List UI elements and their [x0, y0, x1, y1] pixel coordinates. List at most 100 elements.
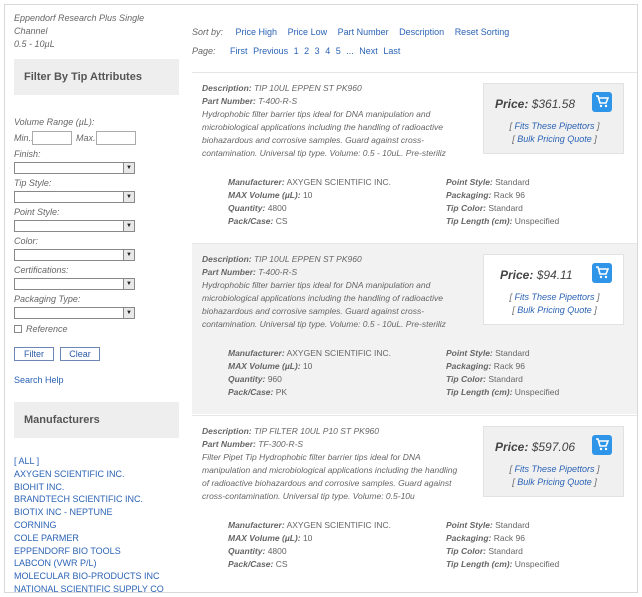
sidebar: Eppendorf Research Plus Single Channel 0…: [14, 12, 179, 592]
product-text: Hydrophobic filter barrier tips ideal fo…: [202, 280, 446, 329]
manufacturer-value: AXYGEN SCIENTIFIC INC.: [286, 348, 391, 358]
max-volume-label: MAX Volume (µL):: [228, 533, 301, 543]
min-volume-input[interactable]: [32, 130, 72, 145]
price: Price: $361.58: [495, 97, 575, 111]
manufacturer-link[interactable]: AXYGEN SCIENTIFIC INC.: [14, 468, 179, 481]
point-style-value: Standard: [495, 520, 530, 530]
product-description-block: Description: TIP FILTER 10UL P10 ST PK96…: [202, 425, 462, 503]
chevron-down-icon: ▼: [123, 308, 134, 318]
page-3[interactable]: 3: [315, 46, 320, 56]
price-box: Price: $361.58 [ Fits These Pipettors ] …: [483, 83, 624, 154]
part-number-label: Part Number:: [202, 96, 256, 106]
product-part-number: TF-300-R-S: [258, 439, 304, 449]
tip-style-select[interactable]: ▼: [14, 191, 135, 203]
tip-length-label: Tip Length (cm):: [446, 387, 513, 397]
point-style-select[interactable]: ▼: [14, 220, 135, 232]
manufacturer-label: Manufacturer:: [228, 177, 285, 187]
max-label: Max.:: [76, 132, 99, 143]
chevron-down-icon: ▼: [123, 279, 134, 289]
tip-length-value: Unspecified: [514, 559, 560, 569]
add-to-cart-button[interactable]: [592, 435, 612, 455]
page-5[interactable]: 5: [336, 46, 341, 56]
product-card: Description: TIP FILTER 10UL P10 ST PK96…: [192, 415, 637, 586]
quantity-label: Quantity:: [228, 203, 266, 213]
manufacturer-link[interactable]: LABCON (VWR P/L): [14, 557, 179, 570]
reference-row: Reference: [14, 324, 179, 334]
manufacturer-link[interactable]: BIOHIT INC.: [14, 481, 179, 494]
manufacturer-link[interactable]: BRANDTECH SCIENTIFIC INC.: [14, 493, 179, 506]
packaging-type-select[interactable]: ▼: [14, 307, 135, 319]
packaging-value: Rack 96: [493, 361, 525, 371]
sort-price-low[interactable]: Price Low: [288, 27, 328, 37]
manufacturer-label: Manufacturer:: [228, 520, 285, 530]
page-previous[interactable]: Previous: [253, 46, 288, 56]
quantity-value: 4800: [267, 546, 287, 556]
bulk-quote-row: [ Bulk Pricing Quote ]: [512, 134, 597, 144]
filter-form: Volume Range (µL): Min.: Max.: Finish: ▼…: [14, 95, 179, 385]
manufacturer-link[interactable]: CORNING: [14, 519, 179, 532]
packaging-label: Packaging:: [446, 533, 492, 543]
product-card: Description: TIP 10UL EPPEN ST PK960 Par…: [192, 72, 637, 243]
page-first[interactable]: First: [230, 46, 248, 56]
quantity-value: 4800: [267, 203, 287, 213]
page-1[interactable]: 1: [294, 46, 299, 56]
page-next[interactable]: Next: [359, 46, 378, 56]
fits-pipettors-link[interactable]: Fits These Pipettors: [514, 292, 594, 302]
packaging-label: Packaging:: [446, 190, 492, 200]
page-frame: Eppendorf Research Plus Single Channel 0…: [4, 4, 638, 593]
manufacturer-link[interactable]: MOLECULAR BIO-PRODUCTS INC: [14, 570, 179, 583]
packaging-value: Rack 96: [493, 533, 525, 543]
chevron-down-icon: ▼: [123, 163, 134, 173]
bulk-pricing-link[interactable]: Bulk Pricing Quote: [517, 477, 592, 487]
manufacturer-link[interactable]: EPPENDORF BIO TOOLS: [14, 545, 179, 558]
volume-range-label: Volume Range (µL):: [14, 117, 95, 127]
sort-description[interactable]: Description: [399, 27, 444, 37]
reference-checkbox[interactable]: [14, 325, 22, 333]
manufacturer-value: AXYGEN SCIENTIFIC INC.: [286, 520, 391, 530]
price-box: Price: $597.06 [ Fits These Pipettors ] …: [483, 426, 624, 497]
color-select[interactable]: ▼: [14, 249, 135, 261]
point-style-label: Point Style:: [446, 520, 493, 530]
max-volume-input[interactable]: [96, 130, 136, 145]
point-style-value: Standard: [495, 348, 530, 358]
finish-label: Finish:: [14, 149, 41, 159]
description-label: Description:: [202, 426, 252, 436]
manufacturer-value: AXYGEN SCIENTIFIC INC.: [286, 177, 391, 187]
cart-icon: [596, 95, 609, 108]
fits-pipettors-link[interactable]: Fits These Pipettors: [514, 121, 594, 131]
manufacturer-link[interactable]: [ ALL ]: [14, 455, 179, 468]
product-specs: Manufacturer: AXYGEN SCIENTIFIC INC. Poin…: [228, 519, 628, 571]
clear-button[interactable]: Clear: [60, 347, 100, 361]
sort-label: Sort by:: [192, 27, 224, 37]
page-last[interactable]: Last: [383, 46, 400, 56]
chevron-down-icon: ▼: [123, 221, 134, 231]
part-number-label: Part Number:: [202, 439, 256, 449]
bulk-pricing-link[interactable]: Bulk Pricing Quote: [517, 134, 592, 144]
manufacturer-link[interactable]: COLE PARMER: [14, 532, 179, 545]
filter-button[interactable]: Filter: [14, 347, 54, 361]
page-2[interactable]: 2: [304, 46, 309, 56]
tip-length-value: Unspecified: [514, 387, 560, 397]
fits-pipettors-link[interactable]: Fits These Pipettors: [514, 464, 594, 474]
finish-select[interactable]: ▼: [14, 162, 135, 174]
price-label: Price:: [495, 440, 529, 454]
bulk-pricing-link[interactable]: Bulk Pricing Quote: [517, 305, 592, 315]
product-specs: Manufacturer: AXYGEN SCIENTIFIC INC. Poin…: [228, 176, 628, 228]
breadcrumb-line-1: Eppendorf Research Plus Single Channel: [14, 13, 145, 36]
page-4[interactable]: 4: [325, 46, 330, 56]
add-to-cart-button[interactable]: [592, 263, 612, 283]
sort-price-high[interactable]: Price High: [236, 27, 278, 37]
point-style-label: Point Style:: [14, 207, 60, 217]
manufacturer-link[interactable]: NATIONAL SCIENTIFIC SUPPLY CO: [14, 583, 179, 592]
min-label: Min.:: [14, 132, 34, 143]
certifications-select[interactable]: ▼: [14, 278, 135, 290]
manufacturer-link[interactable]: BIOTIX INC - NEPTUNE: [14, 506, 179, 519]
sort-part-number[interactable]: Part Number: [338, 27, 389, 37]
price: Price: $597.06: [495, 440, 575, 454]
price-value: $361.58: [531, 97, 576, 111]
add-to-cart-button[interactable]: [592, 92, 612, 112]
search-help-link[interactable]: Search Help: [14, 375, 179, 385]
manufacturer-label: Manufacturer:: [228, 348, 285, 358]
reset-sorting[interactable]: Reset Sorting: [455, 27, 510, 37]
quantity-label: Quantity:: [228, 546, 266, 556]
